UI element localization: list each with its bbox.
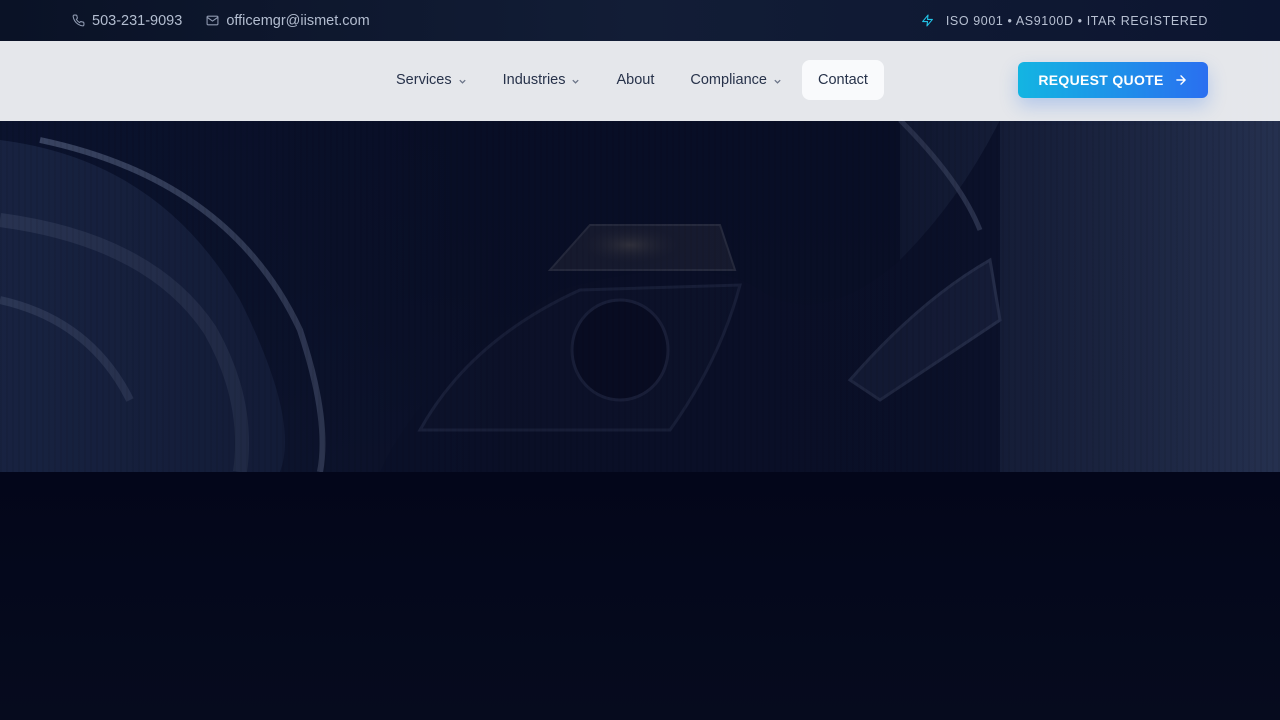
nav-item-about[interactable]: About <box>600 60 670 100</box>
lower-section <box>0 472 1280 720</box>
phone-link[interactable]: 503-231-9093 <box>72 13 182 29</box>
nav-item-contact[interactable]: Contact <box>801 60 884 100</box>
main-header: Services Industries About Compliance Con… <box>0 41 1280 121</box>
nav-item-compliance[interactable]: Compliance <box>674 60 798 100</box>
request-quote-label: REQUEST QUOTE <box>1038 72 1164 88</box>
nav-item-label: About <box>616 72 655 88</box>
main-navigation: Services Industries About Compliance Con… <box>380 60 884 100</box>
request-quote-button[interactable]: REQUEST QUOTE <box>1018 62 1208 98</box>
nav-item-label: Contact <box>817 72 868 88</box>
phone-number: 503-231-9093 <box>92 12 183 29</box>
nav-item-label: Compliance <box>690 72 767 88</box>
top-utility-bar: 503-231-9093 officemgr@iismet.com ISO 90… <box>0 0 1280 41</box>
nav-item-label: Industries <box>502 72 566 88</box>
nav-item-label: Services <box>396 72 452 88</box>
email-address: officemgr@iismet.com <box>226 12 370 29</box>
contact-info: 503-231-9093 officemgr@iismet.com <box>72 13 370 29</box>
chevron-down-icon <box>458 79 466 84</box>
chevron-down-icon <box>774 79 781 84</box>
nav-item-industries[interactable]: Industries <box>487 60 597 100</box>
certifications: ISO 9001 • AS9100D • ITAR REGISTERED <box>921 14 1208 28</box>
chevron-down-icon <box>572 79 580 84</box>
arrow-right-icon <box>1175 75 1186 85</box>
certifications-text: ISO 9001 • AS9100D • ITAR REGISTERED <box>945 13 1208 28</box>
email-link[interactable]: officemgr@iismet.com <box>206 12 370 29</box>
phone-icon <box>72 14 85 27</box>
mail-icon <box>206 15 219 26</box>
lightning-icon <box>921 14 933 27</box>
nav-item-services[interactable]: Services <box>380 60 483 100</box>
